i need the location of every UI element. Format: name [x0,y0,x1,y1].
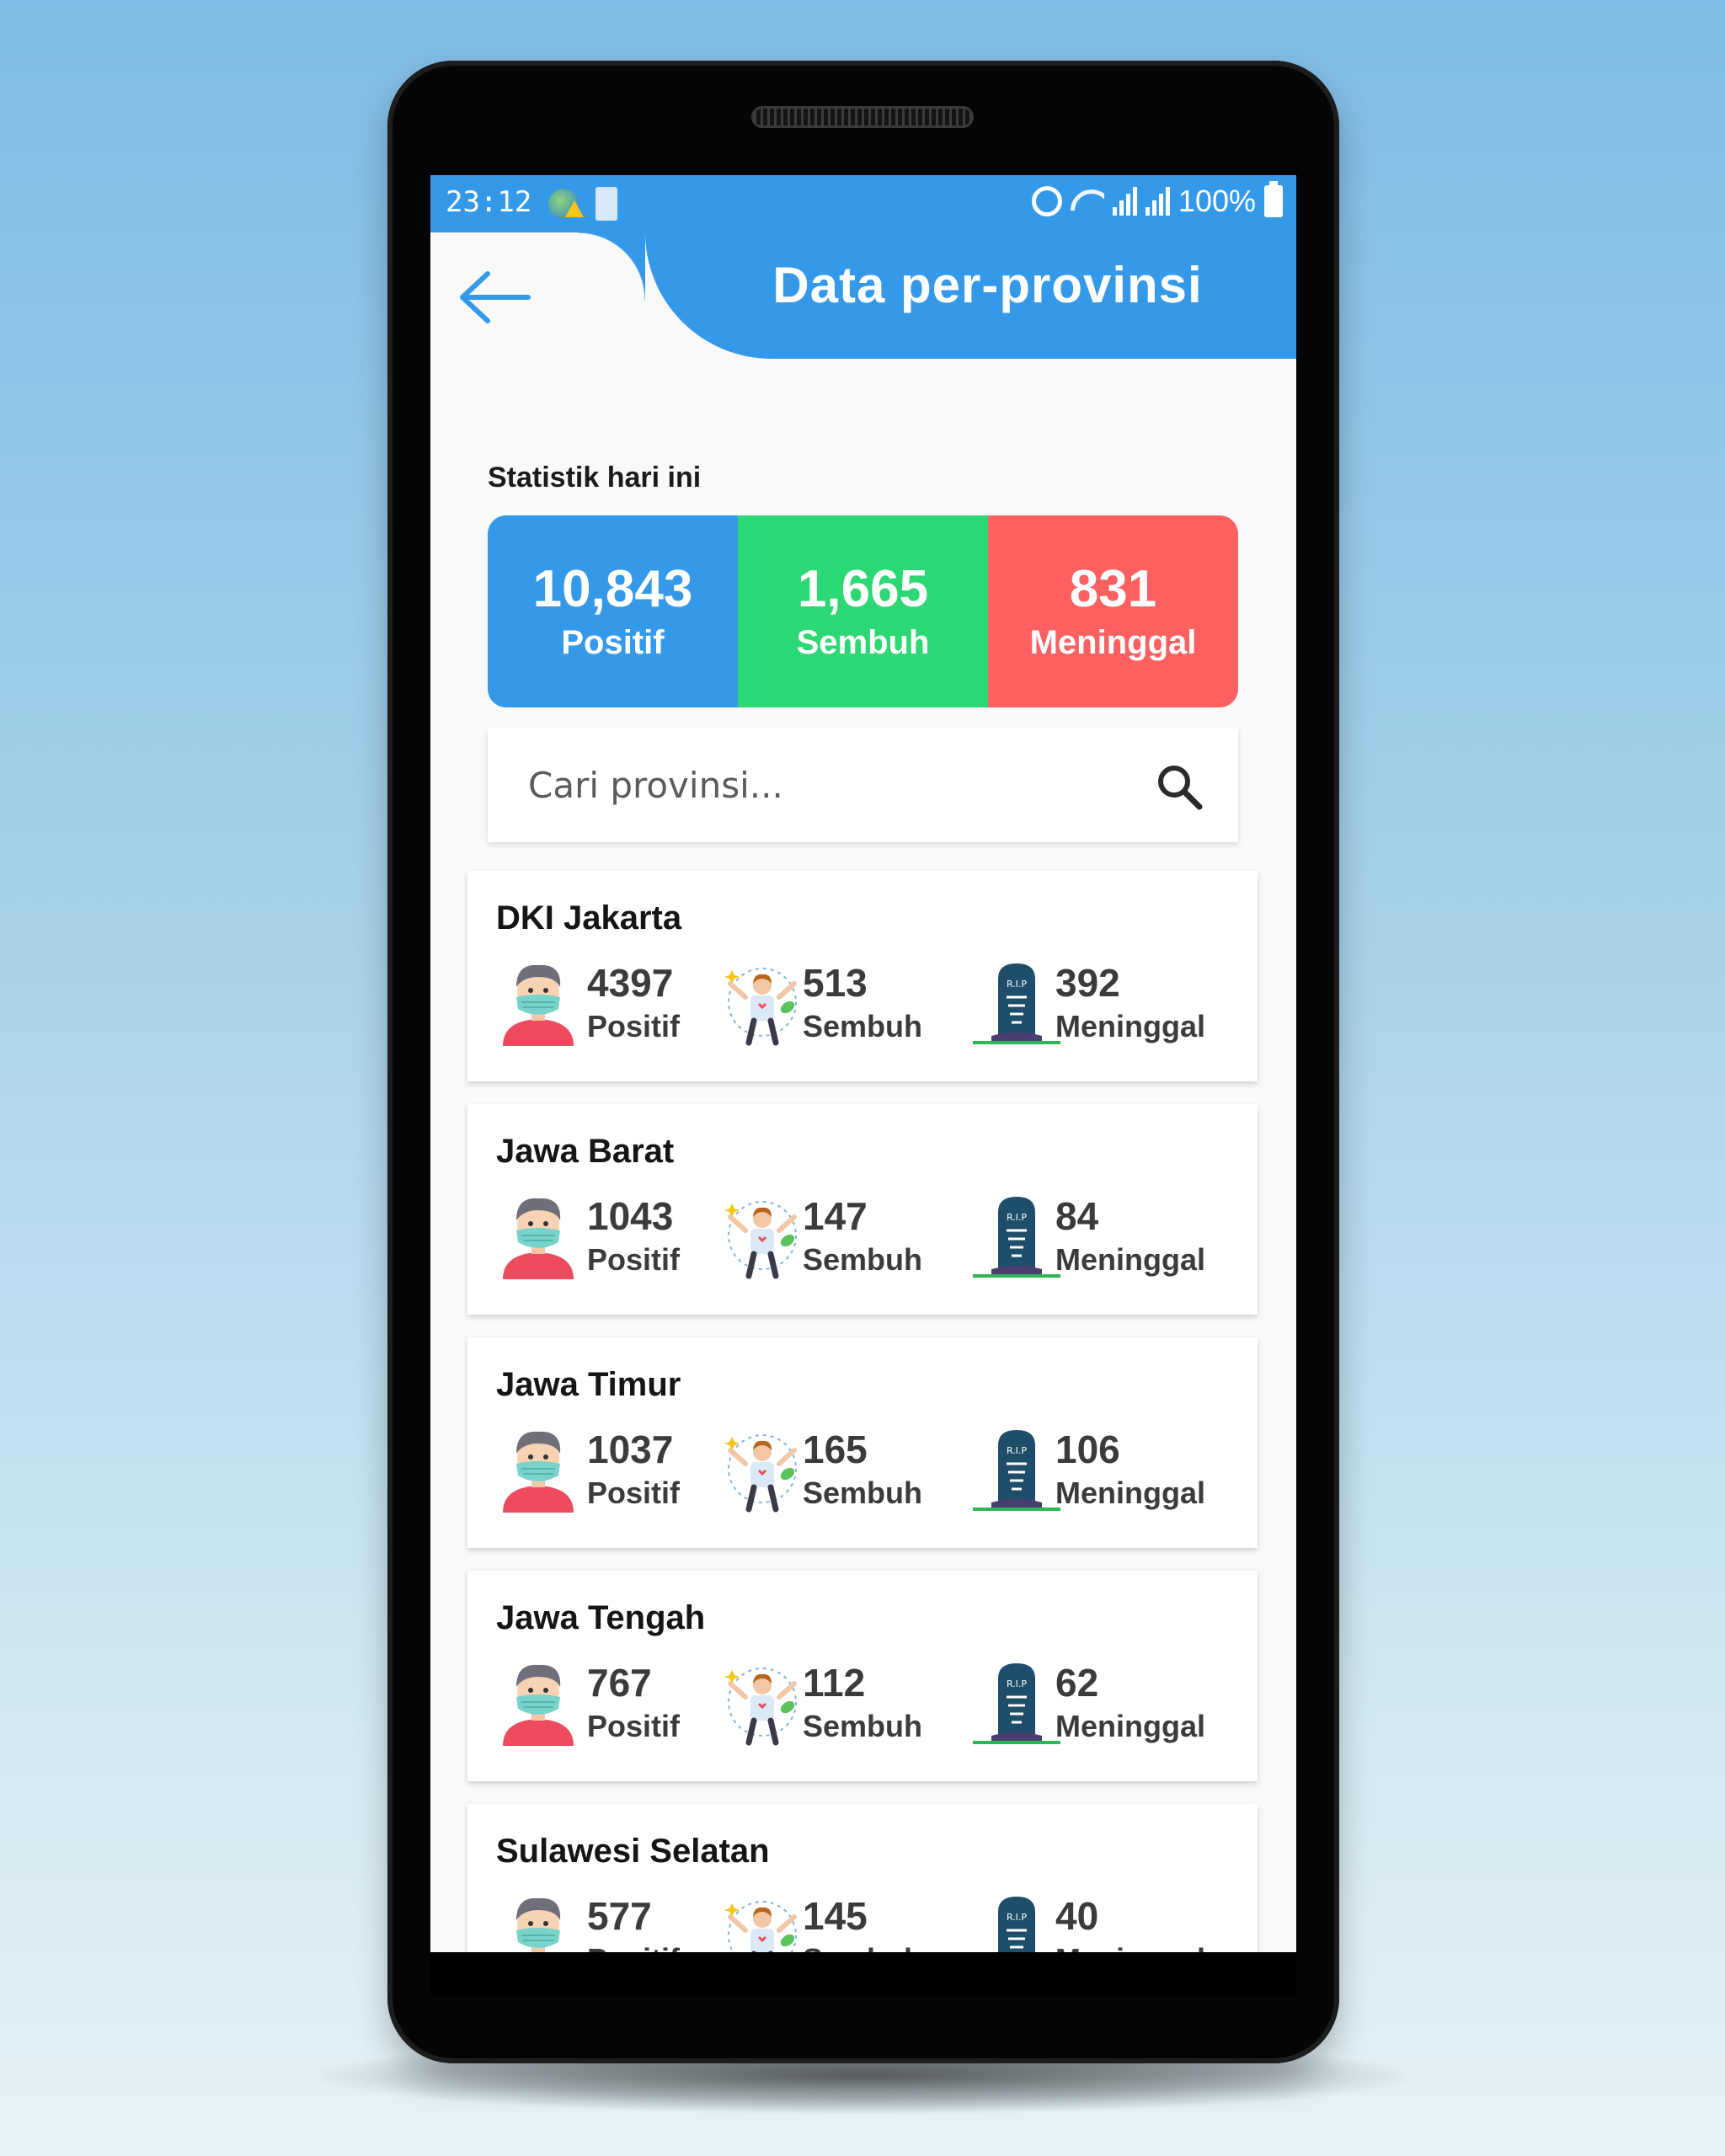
province-card[interactable]: Jawa Timur 1037 Positif 165 Sembuh R.I.P… [467,1337,1258,1548]
deaths-label: Meninggal [1055,1709,1205,1743]
search-icon[interactable] [1156,763,1203,810]
recovered-label: Sembuh [803,1709,923,1743]
recovered-label: Sembuh [803,1009,923,1043]
navigation-bar [430,1952,1296,1996]
recovered-person-icon [724,1201,797,1279]
battery-saver-icon [595,187,617,221]
positive-label: Positif [587,1476,681,1510]
positive-label: Positif [587,1709,681,1743]
province-name: Sulawesi Selatan [496,1833,770,1870]
tombstone-icon: R.I.P [973,1430,1060,1511]
positive-label: Positif [587,1009,681,1043]
deaths-label: Meninggal [1055,1242,1205,1277]
alarm-icon [1031,186,1062,216]
back-button[interactable] [456,268,531,327]
svg-text:R.I.P: R.I.P [1007,979,1027,990]
recovered-person-icon [724,1668,797,1746]
stat-positive-value: 10,843 [532,560,693,619]
masked-person-icon [503,1198,574,1279]
recovered-label: Sembuh [803,1242,923,1277]
wifi-icon [1071,186,1104,216]
province-name: Jawa Tengah [496,1599,706,1636]
svg-text:R.I.P: R.I.P [1007,1912,1027,1923]
province-card[interactable]: Jawa Tengah 767 Positif 112 Sembuh R.I.P… [467,1571,1258,1781]
province-card[interactable]: Sulawesi Selatan 577 Positif [467,1804,1258,1952]
svg-text:R.I.P: R.I.P [1007,1678,1027,1689]
stat-deaths-value: 831 [1069,560,1157,619]
deaths-count: 84 [1055,1194,1099,1238]
positive-count: 1043 [587,1194,674,1238]
positive-count: 4397 [587,961,674,1005]
recovered-label: Sembuh [803,1476,923,1510]
deaths-count: 392 [1055,961,1120,1005]
phone-frame: 23:12 100% Data per-provinsi Statistik h… [387,61,1339,2063]
deaths-count: 62 [1055,1661,1099,1705]
battery-icon [1264,181,1283,217]
deaths-count: 106 [1055,1428,1120,1471]
deaths-label: Meninggal [1055,1009,1205,1043]
province-card[interactable]: DKI Jakarta 4397 Positif 513 Sembuh R.I.… [467,871,1258,1081]
warning-icon [565,200,584,217]
province-name: Jawa Timur [496,1366,681,1403]
masked-person-icon [503,1664,574,1746]
province-name: Jawa Barat [496,1133,675,1170]
recovered-person-icon [724,968,797,1046]
page-title: Data per-provinsi [772,257,1203,313]
battery-percent: 100% [1178,184,1256,218]
positive-label: Positif [587,1942,680,1952]
recovered-count: 513 [803,961,868,1005]
masked-person-icon [503,964,574,1046]
recovered-person-icon [724,1434,797,1513]
stat-positive-label: Positif [561,623,665,661]
positive-count: 1037 [587,1428,674,1471]
stat-positive: 10,843 Positif [488,515,738,707]
tombstone-icon: R.I.P [973,1663,1060,1744]
svg-text:R.I.P: R.I.P [1007,1212,1027,1223]
arrow-left-icon [460,271,531,323]
search-input[interactable] [528,764,1118,806]
positive-label: Positif [587,1242,681,1277]
positive-count: 577 [587,1894,652,1938]
app-header: Data per-provinsi [430,232,1296,367]
stats-section-label: Statistik hari ini [488,462,702,494]
stat-recovered-label: Sembuh [796,623,930,661]
stat-recovered: 1,665 Sembuh [738,515,988,707]
search-bar [488,728,1238,842]
recovered-count: 147 [803,1194,868,1238]
stat-recovered-value: 1,665 [797,560,929,619]
recovered-person-icon [724,1901,797,1952]
masked-person-icon [503,1431,574,1513]
masked-person-icon [516,1897,561,1952]
recovered-label: Sembuh [803,1942,922,1952]
tombstone-icon: R.I.P [973,1197,1060,1278]
deaths-label: Meninggal [1055,1476,1205,1510]
speaker-grille [751,106,974,128]
deaths-count: 40 [1055,1894,1099,1938]
positive-count: 767 [587,1661,652,1705]
tombstone-icon: R.I.P [973,963,1060,1044]
stat-deaths: 831 Meninggal [988,515,1238,707]
stats-summary: 10,843 Positif 1,665 Sembuh 831 Meningga… [488,515,1238,707]
tombstone-icon: R.I.P [998,1897,1035,1952]
svg-text:R.I.P: R.I.P [1007,1445,1027,1456]
recovered-count: 112 [803,1661,866,1705]
stat-deaths-label: Meninggal [1029,623,1197,661]
signal-icon [1112,187,1137,216]
province-card[interactable]: Jawa Barat 1043 Positif 147 Sembuh R.I.P… [467,1104,1258,1315]
province-name: DKI Jakarta [496,899,682,937]
recovered-count: 145 [803,1894,868,1938]
status-bar: 23:12 100% [430,175,1296,232]
status-right: 100% [1031,181,1283,219]
app-screen: 23:12 100% Data per-provinsi Statistik h… [430,175,1296,1952]
province-list: DKI Jakarta 4397 Positif 513 Sembuh R.I.… [467,871,1258,1952]
deaths-label: Meninggal [1055,1942,1205,1952]
status-time: 23:12 [446,185,532,219]
recovered-count: 165 [803,1428,868,1471]
signal-icon [1145,187,1170,216]
